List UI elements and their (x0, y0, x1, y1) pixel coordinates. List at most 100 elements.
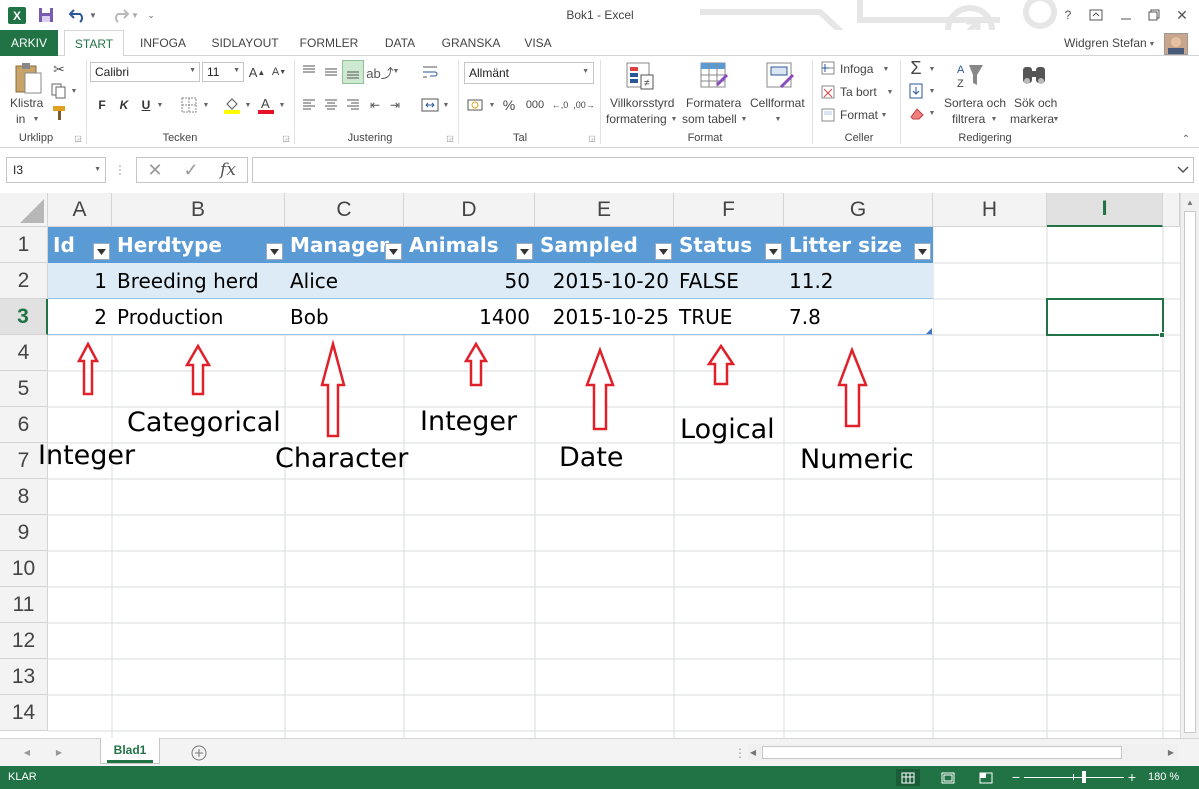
zoom-level[interactable]: 180 % (1148, 771, 1179, 783)
find-select-icon[interactable] (1018, 60, 1050, 92)
align-top-icon[interactable] (300, 62, 318, 82)
redo-dropdown-icon[interactable]: ▼ (131, 8, 139, 22)
font-family-dropdown-icon[interactable]: ▼ (189, 67, 196, 74)
page-layout-view-icon[interactable] (938, 769, 958, 786)
find-select-dropdown-icon[interactable]: ▼ (1052, 114, 1060, 124)
fill-color-icon[interactable] (222, 94, 242, 116)
cancel-icon[interactable]: ✕ (144, 160, 166, 180)
clipboard-launcher-icon[interactable]: ◲ (74, 134, 82, 143)
formula-bar-grip-icon[interactable]: ⋮ (114, 161, 126, 179)
sort-filter-dropdown-icon[interactable]: ▼ (990, 114, 998, 124)
autosum-dropdown-icon[interactable]: ▼ (928, 64, 936, 74)
decrease-decimal-icon[interactable]: ,00→ (573, 96, 595, 114)
sort-filter-label[interactable]: Sortera och (944, 96, 1006, 110)
find-select-label[interactable]: Sök och (1014, 96, 1057, 110)
customize-toolbar-icon[interactable]: ⌄ (146, 8, 156, 22)
conditional-formatting-icon[interactable]: ≠ (624, 60, 656, 92)
ribbon-display-icon[interactable] (1088, 8, 1104, 22)
tab-arkiv[interactable]: ARKIV (0, 30, 58, 56)
enter-icon[interactable]: ✓ (180, 160, 202, 180)
cut-icon[interactable]: ✂ (50, 60, 68, 78)
align-center-icon[interactable] (322, 96, 340, 114)
shrink-font-icon[interactable]: A ▼ (270, 62, 288, 82)
scroll-right-icon[interactable]: ▶ (1166, 747, 1176, 757)
currency-dropdown-icon[interactable]: ▼ (488, 100, 496, 110)
undo-icon[interactable] (68, 6, 88, 24)
zoom-out-icon[interactable]: − (1010, 769, 1022, 785)
collapse-ribbon-icon[interactable]: ⌃ (1180, 134, 1192, 145)
percent-button[interactable]: % (500, 96, 518, 114)
name-box[interactable]: I3 ▼ (6, 157, 106, 183)
scroll-right-sheets-icon[interactable]: ▶ (54, 746, 64, 758)
horizontal-scrollbar[interactable]: ◀ ▶ (748, 744, 1178, 761)
clear-dropdown-icon[interactable]: ▼ (928, 108, 936, 118)
scroll-left-icon[interactable]: ◀ (748, 747, 758, 757)
grow-font-icon[interactable]: A ▲ (248, 62, 266, 82)
fill-icon[interactable] (908, 82, 924, 100)
paste-dropdown-icon[interactable]: ▼ (32, 114, 40, 124)
copy-icon[interactable] (50, 82, 68, 100)
cell-styles-label[interactable]: Cellformat (750, 96, 805, 110)
format-as-table-icon[interactable] (698, 60, 730, 92)
merge-center-icon[interactable] (420, 96, 440, 114)
number-launcher-icon[interactable]: ◲ (588, 134, 596, 143)
insert-function-button[interactable]: fx (214, 160, 242, 180)
cell-styles-icon[interactable] (764, 60, 796, 92)
scroll-left-sheets-icon[interactable]: ◀ (22, 746, 32, 758)
name-box-dropdown-icon[interactable]: ▼ (94, 166, 101, 173)
insert-cells-dropdown-icon[interactable]: ▼ (882, 64, 890, 74)
orientation-dropdown-icon[interactable]: ▼ (392, 66, 400, 76)
format-as-table-label-2[interactable]: som tabell (682, 112, 737, 126)
delete-cells-dropdown-icon[interactable]: ▼ (886, 87, 894, 97)
font-color-dropdown-icon[interactable]: ▼ (278, 100, 286, 110)
borders-icon[interactable] (180, 96, 198, 114)
sheet-tab-blad1[interactable]: Blad1 (100, 738, 160, 764)
thousands-button[interactable]: 000 (522, 96, 548, 114)
font-size-dropdown-icon[interactable]: ▼ (233, 67, 240, 74)
autosum-icon[interactable]: Σ (906, 58, 926, 78)
currency-icon[interactable] (466, 96, 486, 114)
paste-label-2[interactable]: in (16, 112, 25, 126)
align-left-icon[interactable] (300, 96, 318, 114)
tab-infoga[interactable]: INFOGA (132, 30, 194, 56)
scroll-up-icon[interactable]: ▲ (1184, 197, 1196, 207)
user-name[interactable]: Widgren Stefan (1064, 36, 1147, 50)
underline-dropdown-icon[interactable]: ▼ (156, 100, 164, 110)
user-dropdown-icon[interactable]: ▼ (1148, 40, 1156, 48)
redo-icon[interactable] (110, 6, 130, 24)
font-color-icon[interactable]: A (256, 94, 276, 116)
delete-cells-label[interactable]: Ta bort (840, 85, 877, 99)
tab-formler[interactable]: FORMLER (296, 30, 362, 56)
format-cells-dropdown-icon[interactable]: ▼ (880, 110, 888, 120)
close-icon[interactable]: ✕ (1174, 7, 1190, 23)
delete-cells-icon[interactable] (820, 84, 836, 100)
expand-formula-icon[interactable] (1176, 163, 1190, 177)
clear-icon[interactable] (908, 104, 926, 122)
fill-color-dropdown-icon[interactable]: ▼ (244, 100, 252, 110)
increase-decimal-icon[interactable]: ←,0 (550, 96, 570, 114)
vertical-scroll-thumb[interactable] (1184, 211, 1196, 733)
align-right-icon[interactable] (344, 96, 362, 114)
help-icon[interactable]: ? (1060, 8, 1076, 22)
merge-dropdown-icon[interactable]: ▼ (442, 100, 450, 110)
sort-filter-label-2[interactable]: filtrera (952, 112, 985, 126)
borders-dropdown-icon[interactable]: ▼ (202, 100, 210, 110)
tab-data[interactable]: DATA (376, 30, 424, 56)
tab-sidlayout[interactable]: SIDLAYOUT (204, 30, 286, 56)
format-as-table-dropdown-icon[interactable]: ▼ (740, 114, 748, 124)
paste-icon[interactable] (12, 60, 44, 96)
wrap-text-icon[interactable] (420, 62, 440, 82)
insert-cells-icon[interactable] (820, 60, 836, 76)
avatar[interactable] (1164, 33, 1188, 55)
number-format-box[interactable]: Allmänt ▼ (464, 62, 594, 84)
vertical-scrollbar[interactable]: ▲ (1180, 193, 1199, 738)
insert-cells-label[interactable]: Infoga (840, 62, 873, 76)
fill-dropdown-icon[interactable]: ▼ (928, 86, 936, 96)
save-icon[interactable] (38, 7, 54, 23)
alignment-launcher-icon[interactable]: ◲ (446, 134, 454, 143)
font-family-select[interactable]: Calibri ▼ (90, 62, 200, 82)
minimize-icon[interactable] (1118, 8, 1134, 22)
find-select-label-2[interactable]: markera (1010, 112, 1054, 126)
conditional-formatting-label[interactable]: Villkorsstyrd (610, 96, 674, 110)
worksheet-grid[interactable]: A B C D E F G H I 1 2 3 4 5 6 7 8 9 10 1… (0, 193, 1199, 738)
